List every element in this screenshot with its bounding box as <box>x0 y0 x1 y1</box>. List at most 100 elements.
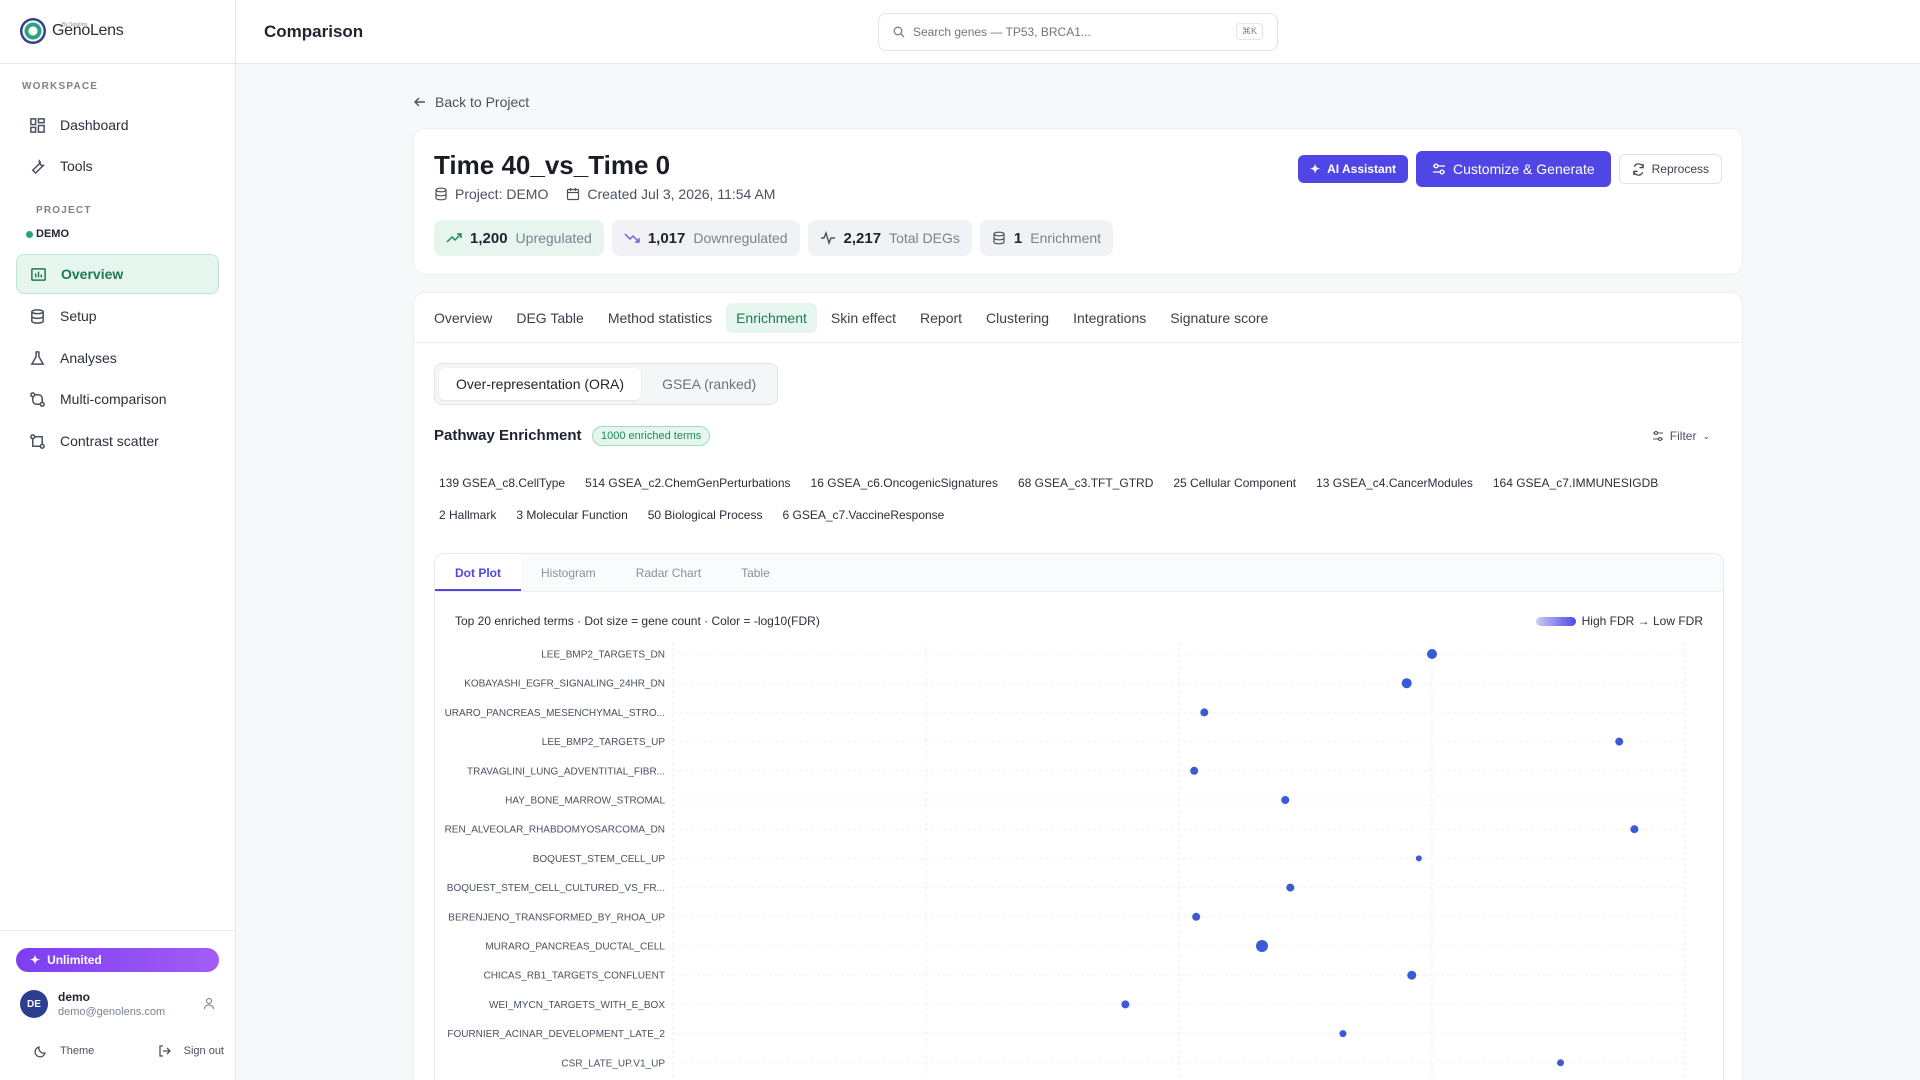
tab-signature-score[interactable]: Signature score <box>1160 303 1278 333</box>
collection-chip[interactable]: 164 GSEA_c7.IMMUNESIGDB <box>1485 468 1666 498</box>
plot-tab-radar-chart[interactable]: Radar Chart <box>616 554 721 591</box>
term-dot[interactable] <box>1121 1000 1130 1009</box>
collection-chip[interactable]: 50 Biological Process <box>640 500 771 530</box>
collection-chip[interactable]: 514 GSEA_c2.ChemGenPerturbations <box>577 468 798 498</box>
term-dot[interactable] <box>1615 737 1624 746</box>
plan-badge[interactable]: ✦ Unlimited <box>16 948 219 972</box>
stat-downregulated[interactable]: 1,017 Downregulated <box>611 220 800 256</box>
header-actions: ✦ AI Assistant Customize & Generate Repr… <box>1298 151 1722 187</box>
tab-skin-effect[interactable]: Skin effect <box>821 303 906 333</box>
stat-label: Upregulated <box>515 230 592 246</box>
term-dot[interactable] <box>1339 1030 1347 1038</box>
flask-icon <box>30 350 45 365</box>
tab-overview[interactable]: Overview <box>434 303 502 333</box>
stat-value: 1,200 <box>470 229 508 247</box>
stat-upregulated[interactable]: 1,200 Upregulated <box>434 220 604 256</box>
sidebar-item-overview[interactable]: Overview <box>16 254 219 294</box>
sparkle-icon: ✦ <box>30 953 41 967</box>
legend-label: High FDR → Low FDR <box>1581 614 1703 628</box>
avatar: DE <box>20 990 48 1018</box>
refresh-icon <box>1632 162 1644 176</box>
collection-chip[interactable]: 3 Molecular Function <box>508 500 635 530</box>
sidebar-item-analyses[interactable]: Analyses <box>16 338 219 378</box>
button-label: Customize & Generate <box>1453 161 1595 177</box>
term-dot[interactable] <box>1255 940 1268 952</box>
term-dot[interactable] <box>1557 1059 1565 1067</box>
user-email: demo@genolens.com <box>58 1006 166 1018</box>
collection-chip[interactable]: 25 Cellular Component <box>1165 468 1304 498</box>
mode-gsea[interactable]: GSEA (ranked) <box>645 368 773 400</box>
sidebar-item-setup[interactable]: Setup <box>16 296 219 336</box>
term-dot[interactable] <box>1407 970 1417 980</box>
collection-chip[interactable]: 13 GSEA_c4.CancerModules <box>1308 468 1481 498</box>
theme-toggle[interactable]: Theme <box>34 1044 94 1058</box>
database-icon <box>993 231 1005 245</box>
logo-mark-icon <box>20 18 46 44</box>
term-dot[interactable] <box>1630 825 1639 834</box>
stat-enrichment[interactable]: 1 Enrichment <box>979 220 1114 256</box>
plot-caption: Top 20 enriched terms · Dot size = gene … <box>455 614 820 628</box>
calendar-icon <box>567 188 580 201</box>
user-profile[interactable]: DE demo demo@genolens.com <box>20 988 220 1024</box>
arrow-left-icon <box>414 97 425 107</box>
sidebar-item-multi-comparison[interactable]: Multi-comparison <box>16 379 219 419</box>
created-meta: Created Jul 3, 2026, 11:54 AM <box>566 186 775 202</box>
reprocess-button[interactable]: Reprocess <box>1618 154 1722 184</box>
tab-enrichment[interactable]: Enrichment <box>726 302 817 333</box>
sliders-icon <box>1433 163 1446 175</box>
collection-chip[interactable]: 68 GSEA_c3.TFT_GTRD <box>1010 468 1161 498</box>
customize-generate-button[interactable]: Customize & Generate <box>1416 151 1611 187</box>
stat-value: 2,217 <box>843 229 882 247</box>
database-icon <box>435 187 447 201</box>
term-dot[interactable] <box>1281 796 1290 804</box>
collection-chip[interactable]: 2 Hallmark <box>431 500 504 530</box>
theme-label: Theme <box>60 1045 95 1057</box>
plan-label: Unlimited <box>47 953 102 967</box>
term-dot[interactable] <box>1200 708 1209 717</box>
project-name[interactable]: DEMO <box>26 228 69 240</box>
tab-deg-table[interactable]: DEG Table <box>506 303 593 333</box>
project-label: PROJECT <box>36 205 92 216</box>
tab-report[interactable]: Report <box>910 303 972 333</box>
sidebar-item-tools[interactable]: Tools <box>16 146 219 186</box>
tab-method-statistics[interactable]: Method statistics <box>598 303 722 333</box>
term-dot[interactable] <box>1286 883 1295 892</box>
back-to-project-link[interactable]: Back to Project <box>413 94 529 110</box>
tab-clustering[interactable]: Clustering <box>976 303 1059 333</box>
sidebar-item-dashboard[interactable]: Dashboard <box>16 105 219 145</box>
user-icon[interactable] <box>202 996 216 1010</box>
user-name: demo <box>58 990 91 1004</box>
term-dot[interactable] <box>1415 855 1422 862</box>
term-dot[interactable] <box>1401 678 1412 689</box>
stat-total-degs[interactable]: 2,217 Total DEGs <box>807 220 972 256</box>
plot-tab-dot-plot[interactable]: Dot Plot <box>435 554 521 591</box>
term-dot[interactable] <box>1192 912 1201 921</box>
ai-assistant-button[interactable]: ✦ AI Assistant <box>1298 155 1409 183</box>
sidebar-item-contrast-scatter[interactable]: Contrast scatter <box>16 421 219 461</box>
sidebar-footer: Theme Sign out <box>34 1044 224 1058</box>
sidebar-item-label: Dashboard <box>60 117 129 133</box>
collection-chip[interactable]: 6 GSEA_c7.VaccineResponse <box>774 500 952 530</box>
sidebar-item-label: Tools <box>60 158 93 174</box>
plot-tab-histogram[interactable]: Histogram <box>521 554 616 591</box>
sidebar-item-label: Contrast scatter <box>60 433 159 449</box>
sign-out-button[interactable]: Sign out <box>158 1044 224 1058</box>
project-name-text: DEMO <box>36 228 69 240</box>
collection-chip[interactable]: 139 GSEA_c8.CellType <box>431 468 573 498</box>
mode-ora[interactable]: Over-representation (ORA) <box>439 368 642 400</box>
term-label: HAY_BONE_MARROW_STROMAL <box>505 796 665 807</box>
term-label: CHICAS_RB1_TARGETS_CONFLUENT <box>483 971 665 982</box>
collection-chip[interactable]: 16 GSEA_c6.OncogenicSignatures <box>803 468 1006 498</box>
filter-button[interactable]: Filter ⌄ <box>1652 429 1710 443</box>
plot-tab-table[interactable]: Table <box>721 554 790 591</box>
term-label: BOQUEST_STEM_CELL_CULTURED_VS_FR... <box>447 883 665 894</box>
stat-label: Enrichment <box>1030 230 1102 246</box>
term-dot[interactable] <box>1427 649 1437 659</box>
top-bar: Comparison ⌘K <box>236 0 1920 64</box>
trend-up-icon <box>446 233 462 243</box>
search-input[interactable] <box>913 25 1233 39</box>
term-dot[interactable] <box>1190 766 1199 775</box>
tab-integrations[interactable]: Integrations <box>1063 303 1156 333</box>
shortcut-hint: ⌘K <box>1235 23 1263 40</box>
search-box[interactable]: ⌘K <box>878 13 1278 51</box>
